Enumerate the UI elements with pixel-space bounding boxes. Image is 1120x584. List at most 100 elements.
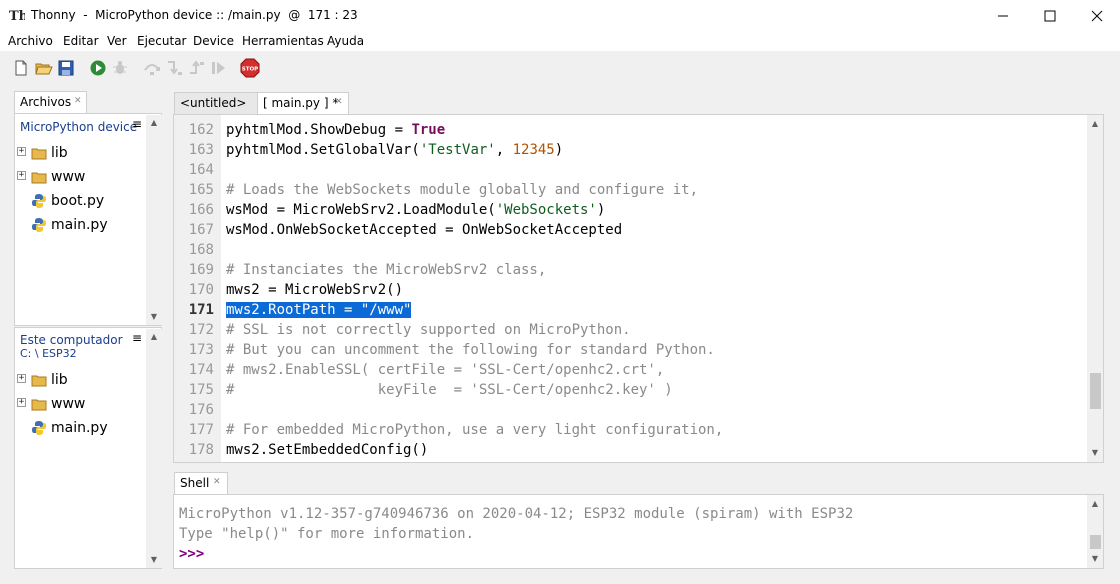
scrollbar-thumb[interactable]	[1090, 535, 1101, 549]
menu-ayuda[interactable]: Ayuda	[327, 34, 364, 48]
line-number-current: 171	[188, 302, 214, 318]
tree-item-www[interactable]: + www	[15, 165, 145, 189]
shell-console[interactable]: MicroPython v1.12-357-g740946736 on 2020…	[173, 494, 1104, 569]
device-menu-icon[interactable]: ≡	[132, 117, 142, 131]
tab-archivos-label: Archivos	[20, 95, 72, 109]
run-icon[interactable]	[89, 59, 107, 77]
scroll-up-icon[interactable]: ▲	[1087, 497, 1103, 511]
expand-icon[interactable]: +	[17, 374, 26, 383]
close-tab-icon[interactable]: ✕	[335, 97, 343, 107]
debug-icon[interactable]	[111, 59, 129, 77]
step-into-icon[interactable]	[165, 59, 183, 77]
code-line[interactable]: # Instanciates the MicroWebSrv2 class,	[226, 260, 546, 280]
menu-ejecutar[interactable]: Ejecutar	[137, 34, 187, 48]
line-number: 167	[188, 222, 214, 238]
tree-item-www[interactable]: + www	[15, 392, 145, 416]
tab-untitled[interactable]: <untitled>	[174, 92, 258, 114]
expand-icon[interactable]: +	[17, 398, 26, 407]
code-line[interactable]: mws2.SetEmbeddedConfig()	[226, 440, 428, 460]
shell-prompt[interactable]: >>>	[179, 544, 204, 564]
tab-archivos[interactable]: Archivos ✕	[14, 91, 87, 113]
shell-scrollbar[interactable]: ▲ ▼	[1087, 495, 1103, 568]
tree-item-main-py[interactable]: main.py	[15, 213, 145, 237]
scroll-down-icon[interactable]: ▼	[1087, 446, 1103, 460]
line-number: 169	[188, 262, 214, 278]
code-line-selected[interactable]: mws2.RootPath = "/www"	[226, 300, 412, 320]
minimize-button[interactable]	[980, 0, 1026, 31]
code-line[interactable]: # For embedded MicroPython, use a very l…	[226, 420, 723, 440]
device-pane-scrollbar[interactable]: ▲ ▼	[146, 115, 162, 325]
stop-icon[interactable]: STOP	[240, 58, 260, 78]
menu-device[interactable]: Device	[193, 34, 234, 48]
line-number: 178	[188, 442, 214, 458]
tab-main-py[interactable]: [ main.py ] * ✕	[257, 92, 349, 114]
step-over-icon[interactable]	[143, 59, 161, 77]
code-line[interactable]: # keyFile = 'SSL-Cert/openhc2.key' )	[226, 380, 673, 400]
menu-bar: Archivo Editar Ver Ejecutar Device Herra…	[0, 31, 1120, 51]
folder-icon	[31, 375, 47, 387]
computer-menu-icon[interactable]: ≡	[132, 331, 142, 345]
tab-shell-label: Shell	[180, 476, 210, 490]
code-line[interactable]: # SSL is not correctly supported on Micr…	[226, 320, 631, 340]
folder-icon	[31, 172, 47, 184]
thonny-app-icon: Th	[9, 9, 25, 23]
tree-item-label: main.py	[51, 420, 108, 436]
close-tab-icon[interactable]: ✕	[213, 477, 221, 487]
tree-item-label: main.py	[51, 217, 108, 233]
close-tab-icon[interactable]: ✕	[74, 96, 82, 106]
tree-item-lib[interactable]: + lib	[15, 368, 145, 392]
folder-icon	[31, 399, 47, 411]
code-line[interactable]: # But you can uncomment the following fo…	[226, 340, 715, 360]
tree-item-boot-py[interactable]: boot.py	[15, 189, 145, 213]
expand-icon[interactable]: +	[17, 171, 26, 180]
code-line[interactable]: pyhtmlMod.SetGlobalVar('TestVar', 12345)	[226, 140, 563, 160]
tree-item-label: www	[51, 169, 86, 185]
code-line[interactable]: wsMod.OnWebSocketAccepted = OnWebSocketA…	[226, 220, 622, 240]
maximize-icon	[1044, 10, 1056, 22]
scroll-up-icon[interactable]: ▲	[146, 116, 162, 130]
line-number: 173	[188, 342, 214, 358]
menu-editar[interactable]: Editar	[63, 34, 99, 48]
menu-archivo[interactable]: Archivo	[8, 34, 53, 48]
maximize-button[interactable]	[1027, 0, 1073, 31]
computer-pane-scrollbar[interactable]: ▲ ▼	[146, 329, 162, 568]
menu-ver[interactable]: Ver	[107, 34, 127, 48]
code-line[interactable]: pyhtmlMod.ShowDebug = True	[226, 120, 445, 140]
close-button[interactable]	[1074, 0, 1120, 31]
scrollbar-thumb[interactable]	[1090, 373, 1101, 409]
scroll-up-icon[interactable]: ▲	[146, 330, 162, 344]
svg-text:Th: Th	[9, 9, 25, 23]
line-number: 177	[188, 422, 214, 438]
scroll-down-icon[interactable]: ▼	[1087, 552, 1103, 566]
line-number: 174	[188, 362, 214, 378]
new-file-icon[interactable]	[12, 59, 30, 77]
tab-untitled-label: <untitled>	[180, 96, 247, 110]
tree-item-lib[interactable]: + lib	[15, 141, 145, 165]
tab-shell[interactable]: Shell ✕	[174, 472, 228, 494]
line-number: 164	[188, 162, 214, 178]
save-file-icon[interactable]	[57, 59, 75, 77]
line-number: 166	[188, 202, 214, 218]
line-number: 176	[188, 402, 214, 418]
resume-icon[interactable]	[209, 59, 227, 77]
computer-header: Este computador	[20, 333, 123, 347]
menu-herramientas[interactable]: Herramientas	[242, 34, 324, 48]
code-editor[interactable]: 162 163 164 165 166 167 168 169 170 171 …	[173, 114, 1104, 463]
step-out-icon[interactable]	[187, 59, 205, 77]
scroll-down-icon[interactable]: ▼	[146, 310, 162, 324]
code-line[interactable]: mws2 = MicroWebSrv2()	[226, 280, 403, 300]
editor-scrollbar[interactable]: ▲ ▼	[1087, 115, 1103, 462]
scroll-up-icon[interactable]: ▲	[1087, 117, 1103, 131]
expand-icon[interactable]: +	[17, 147, 26, 156]
code-line[interactable]: # Loads the WebSockets module globally a…	[226, 180, 698, 200]
computer-path[interactable]: C: \ ESP32	[20, 347, 77, 360]
scroll-down-icon[interactable]: ▼	[146, 553, 162, 567]
line-number-gutter: 162 163 164 165 166 167 168 169 170 171 …	[174, 115, 221, 462]
toolbar: STOP	[0, 51, 1120, 85]
python-file-icon	[32, 421, 46, 435]
tree-item-label: boot.py	[51, 193, 105, 209]
tree-item-main-py[interactable]: main.py	[15, 416, 145, 440]
code-line[interactable]: wsMod = MicroWebSrv2.LoadModule('WebSock…	[226, 200, 605, 220]
code-line[interactable]: # mws2.EnableSSL( certFile = 'SSL-Cert/o…	[226, 360, 664, 380]
open-file-icon[interactable]	[35, 59, 53, 77]
